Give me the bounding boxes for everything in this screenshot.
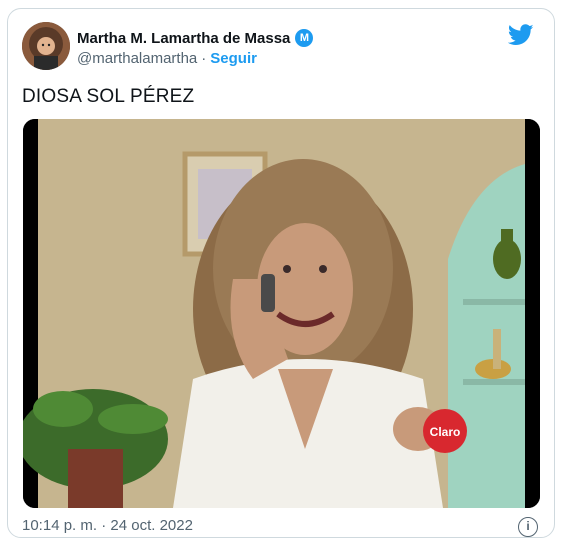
twitter-bird-icon[interactable] — [508, 24, 534, 46]
author-display-name[interactable]: Martha M. Lamartha de Massa — [77, 30, 290, 47]
verified-badge-icon: M — [295, 29, 314, 47]
info-icon[interactable]: i — [518, 517, 538, 537]
tweet-card: Martha M. Lamartha de Massa M @marthalam… — [7, 8, 555, 538]
tweet-text: DIOSA SOL PÉREZ — [22, 86, 195, 107]
author-handle-row: @marthalamartha · Seguir — [77, 50, 257, 67]
author-name-row: Martha M. Lamartha de Massa M — [77, 28, 314, 48]
avatar[interactable] — [22, 22, 70, 70]
follow-link[interactable]: Seguir — [210, 50, 257, 67]
author-handle[interactable]: @marthalamartha — [77, 50, 197, 67]
claro-logo-text: Claro — [430, 425, 461, 439]
separator-dot: · — [201, 50, 207, 67]
tweet-media[interactable]: Claro — [23, 119, 540, 508]
tweet-header: Martha M. Lamartha de Massa M @marthalam… — [22, 22, 540, 74]
video-frame-image: Claro — [23, 119, 540, 508]
